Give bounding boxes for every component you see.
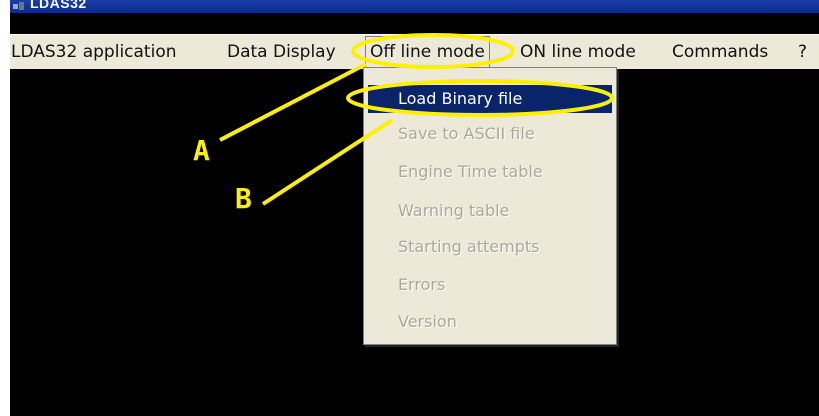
app-icon [13,2,24,10]
off-line-mode-dropdown: Load Binary file Save to ASCII file Engi… [363,67,617,345]
title-bar[interactable]: LDAS32 [10,0,819,13]
menu-off-line-mode[interactable]: Off line mode [365,36,490,69]
app-window: LDAS32 LDAS32 application Data Display O… [10,0,819,416]
annotation-label-a: A [193,134,210,167]
menu-item-load-binary-file[interactable]: Load Binary file [368,85,612,113]
annotation-label-b: B [235,182,252,215]
menu-item-save-to-ascii-file: Save to ASCII file [398,124,535,143]
menu-commands[interactable]: Commands [672,35,768,69]
menu-data-display[interactable]: Data Display [227,35,336,69]
menu-help[interactable]: ? [798,35,807,69]
menu-item-errors: Errors [398,275,446,294]
menu-item-engine-time-table: Engine Time table [398,162,543,181]
menu-ldas32-application[interactable]: LDAS32 application [11,35,177,69]
menu-bar: LDAS32 application Data Display Off line… [10,34,819,69]
menu-item-starting-attempts: Starting attempts [398,237,540,256]
menu-on-line-mode[interactable]: ON line mode [520,35,636,69]
window-title: LDAS32 [30,0,87,11]
menu-item-version: Version [398,312,457,331]
menu-item-warning-table: Warning table [398,201,510,220]
